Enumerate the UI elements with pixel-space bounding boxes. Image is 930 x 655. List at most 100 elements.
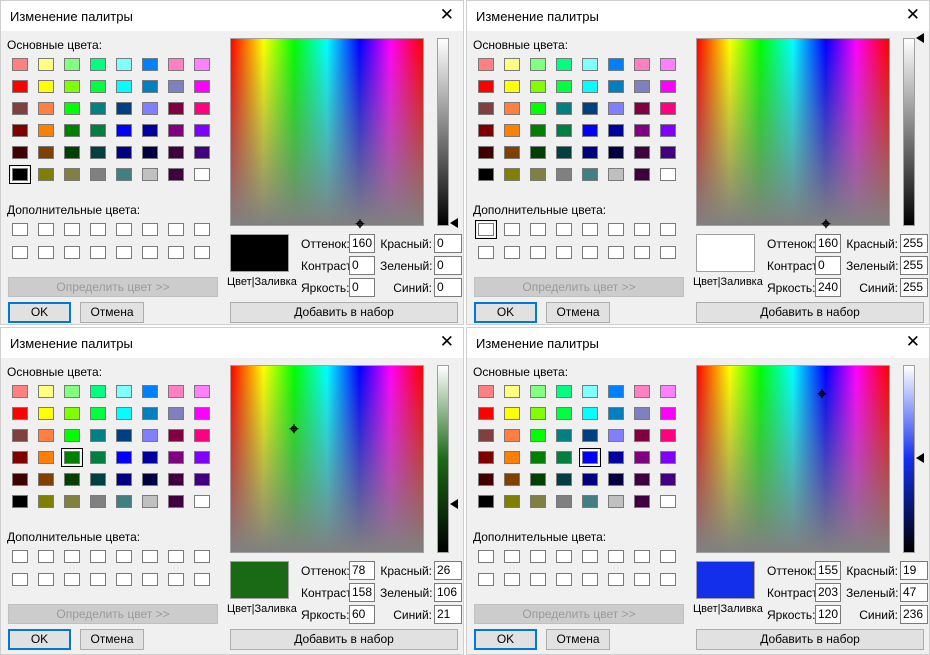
- basic-color-swatch[interactable]: [12, 495, 28, 508]
- basic-color-swatch[interactable]: [116, 102, 132, 115]
- basic-color-swatch[interactable]: [478, 407, 494, 420]
- custom-color-swatch[interactable]: [168, 223, 184, 236]
- basic-color-swatch[interactable]: [634, 168, 650, 181]
- basic-color-swatch[interactable]: [194, 407, 210, 420]
- cancel-button[interactable]: Отмена: [80, 302, 144, 323]
- basic-color-swatch[interactable]: [582, 407, 598, 420]
- field-green[interactable]: 0: [434, 256, 462, 275]
- basic-color-swatch[interactable]: [530, 58, 546, 71]
- basic-color-swatch[interactable]: [582, 146, 598, 159]
- basic-color-swatch[interactable]: [608, 495, 624, 508]
- cancel-button[interactable]: Отмена: [546, 302, 610, 323]
- basic-color-swatch[interactable]: [64, 168, 80, 181]
- basic-color-swatch[interactable]: [90, 407, 106, 420]
- basic-color-swatch[interactable]: [38, 102, 54, 115]
- basic-color-swatch[interactable]: [556, 102, 572, 115]
- basic-color-swatch[interactable]: [90, 58, 106, 71]
- custom-color-swatch[interactable]: [608, 550, 624, 563]
- basic-color-swatch[interactable]: [582, 385, 598, 398]
- basic-color-swatch[interactable]: [504, 407, 520, 420]
- basic-color-swatch[interactable]: [660, 80, 676, 93]
- basic-color-swatch[interactable]: [90, 495, 106, 508]
- basic-color-swatch[interactable]: [608, 58, 624, 71]
- basic-color-swatch[interactable]: [556, 168, 572, 181]
- custom-color-swatch[interactable]: [38, 550, 54, 563]
- custom-color-swatch[interactable]: [634, 246, 650, 259]
- basic-color-swatch[interactable]: [168, 407, 184, 420]
- basic-color-swatch[interactable]: [12, 102, 28, 115]
- basic-color-swatch[interactable]: [634, 495, 650, 508]
- custom-color-swatch[interactable]: [90, 223, 106, 236]
- custom-color-swatch[interactable]: [504, 550, 520, 563]
- basic-color-swatch[interactable]: [168, 473, 184, 486]
- custom-color-swatch[interactable]: [634, 573, 650, 586]
- basic-color-swatch[interactable]: [582, 495, 598, 508]
- basic-color-swatch[interactable]: [168, 80, 184, 93]
- close-icon[interactable]: ✕: [906, 5, 920, 25]
- basic-color-swatch[interactable]: [504, 102, 520, 115]
- cancel-button[interactable]: Отмена: [80, 629, 144, 650]
- basic-color-swatch[interactable]: [556, 473, 572, 486]
- basic-color-swatch[interactable]: [504, 451, 520, 464]
- custom-color-swatch[interactable]: [142, 246, 158, 259]
- basic-color-swatch[interactable]: [660, 407, 676, 420]
- basic-color-swatch[interactable]: [530, 495, 546, 508]
- basic-color-swatch[interactable]: [168, 495, 184, 508]
- basic-color-swatch[interactable]: [478, 58, 494, 71]
- basic-color-swatch[interactable]: [64, 102, 80, 115]
- custom-color-swatch[interactable]: [478, 573, 494, 586]
- basic-color-swatch[interactable]: [116, 385, 132, 398]
- basic-color-swatch[interactable]: [530, 451, 546, 464]
- basic-color-swatch[interactable]: [90, 80, 106, 93]
- basic-color-swatch[interactable]: [64, 495, 80, 508]
- custom-color-swatch[interactable]: [660, 223, 676, 236]
- custom-color-swatch[interactable]: [478, 246, 494, 259]
- basic-color-swatch[interactable]: [168, 102, 184, 115]
- basic-color-swatch[interactable]: [116, 495, 132, 508]
- basic-color-swatch[interactable]: [142, 102, 158, 115]
- custom-color-swatch[interactable]: [12, 246, 28, 259]
- basic-color-swatch[interactable]: [38, 495, 54, 508]
- basic-color-swatch[interactable]: [582, 473, 598, 486]
- basic-color-swatch[interactable]: [12, 124, 28, 137]
- custom-color-swatch[interactable]: [530, 223, 546, 236]
- basic-color-swatch[interactable]: [579, 448, 601, 467]
- basic-color-swatch[interactable]: [660, 146, 676, 159]
- basic-color-swatch[interactable]: [64, 124, 80, 137]
- basic-color-swatch[interactable]: [530, 124, 546, 137]
- basic-color-swatch[interactable]: [168, 58, 184, 71]
- basic-color-swatch[interactable]: [142, 451, 158, 464]
- custom-color-swatch[interactable]: [38, 246, 54, 259]
- basic-color-swatch[interactable]: [64, 429, 80, 442]
- custom-color-swatch[interactable]: [12, 573, 28, 586]
- basic-color-swatch[interactable]: [660, 58, 676, 71]
- basic-color-swatch[interactable]: [634, 473, 650, 486]
- basic-color-swatch[interactable]: [12, 407, 28, 420]
- basic-color-swatch[interactable]: [582, 58, 598, 71]
- basic-color-swatch[interactable]: [90, 385, 106, 398]
- basic-color-swatch[interactable]: [634, 58, 650, 71]
- field-red[interactable]: 19: [900, 561, 928, 580]
- custom-color-swatch[interactable]: [582, 573, 598, 586]
- basic-color-swatch[interactable]: [608, 124, 624, 137]
- basic-color-swatch[interactable]: [142, 146, 158, 159]
- custom-color-swatch[interactable]: [556, 223, 572, 236]
- basic-color-swatch[interactable]: [634, 80, 650, 93]
- basic-color-swatch[interactable]: [116, 124, 132, 137]
- custom-color-swatch[interactable]: [64, 550, 80, 563]
- basic-color-swatch[interactable]: [64, 407, 80, 420]
- field-green[interactable]: 255: [900, 256, 928, 275]
- basic-color-swatch[interactable]: [530, 146, 546, 159]
- custom-color-swatch[interactable]: [660, 550, 676, 563]
- luminosity-slider[interactable]: [903, 38, 915, 226]
- custom-color-swatch[interactable]: [12, 223, 28, 236]
- basic-color-swatch[interactable]: [194, 80, 210, 93]
- basic-color-swatch[interactable]: [504, 473, 520, 486]
- basic-color-swatch[interactable]: [556, 407, 572, 420]
- basic-color-swatch[interactable]: [608, 168, 624, 181]
- basic-color-swatch[interactable]: [556, 385, 572, 398]
- custom-color-swatch[interactable]: [116, 246, 132, 259]
- basic-color-swatch[interactable]: [38, 473, 54, 486]
- color-spectrum[interactable]: ⌖: [230, 38, 424, 233]
- custom-color-swatch[interactable]: [64, 246, 80, 259]
